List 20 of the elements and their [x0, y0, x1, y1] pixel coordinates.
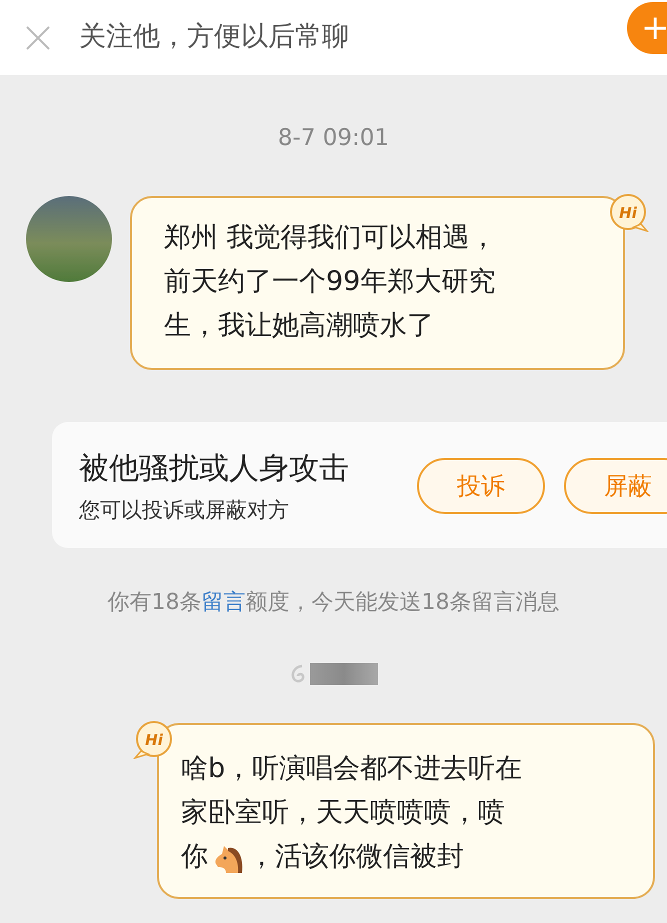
hi-badge: Hi: [133, 721, 175, 759]
report-subtitle: 您可以投诉或屏蔽对方: [79, 496, 290, 524]
follow-button[interactable]: +: [627, 2, 667, 54]
redacted-block: [310, 663, 378, 685]
message-line: 家卧室听，天天喷喷喷，喷: [181, 796, 506, 830]
report-action-button[interactable]: 投诉: [417, 458, 545, 514]
report-title: 被他骚扰或人身攻击: [79, 450, 350, 488]
message-text: ，活该你微信被封: [248, 840, 464, 874]
hi-badge: Hi: [607, 194, 649, 232]
message-line: 郑州 我觉得我们可以相遇，: [164, 220, 498, 254]
timestamp: 8-7 09:01: [276, 124, 390, 153]
message-line: 啥b，听演唱会都不进去听在: [181, 752, 524, 786]
message-text: 你: [181, 840, 208, 874]
swirl-icon: [290, 664, 308, 684]
message-line: 前天约了一个99年郑大研究: [164, 264, 496, 298]
quota-notice: 你有18条留言额度，今天能发送18条留言消息: [106, 589, 560, 617]
message-line: 生，我让她高潮喷水了: [164, 308, 435, 342]
follow-prompt: 关注他，方便以后常聊: [79, 20, 349, 54]
report-action-button[interactable]: 屏蔽: [564, 458, 667, 514]
message-link[interactable]: 留言: [202, 590, 246, 615]
